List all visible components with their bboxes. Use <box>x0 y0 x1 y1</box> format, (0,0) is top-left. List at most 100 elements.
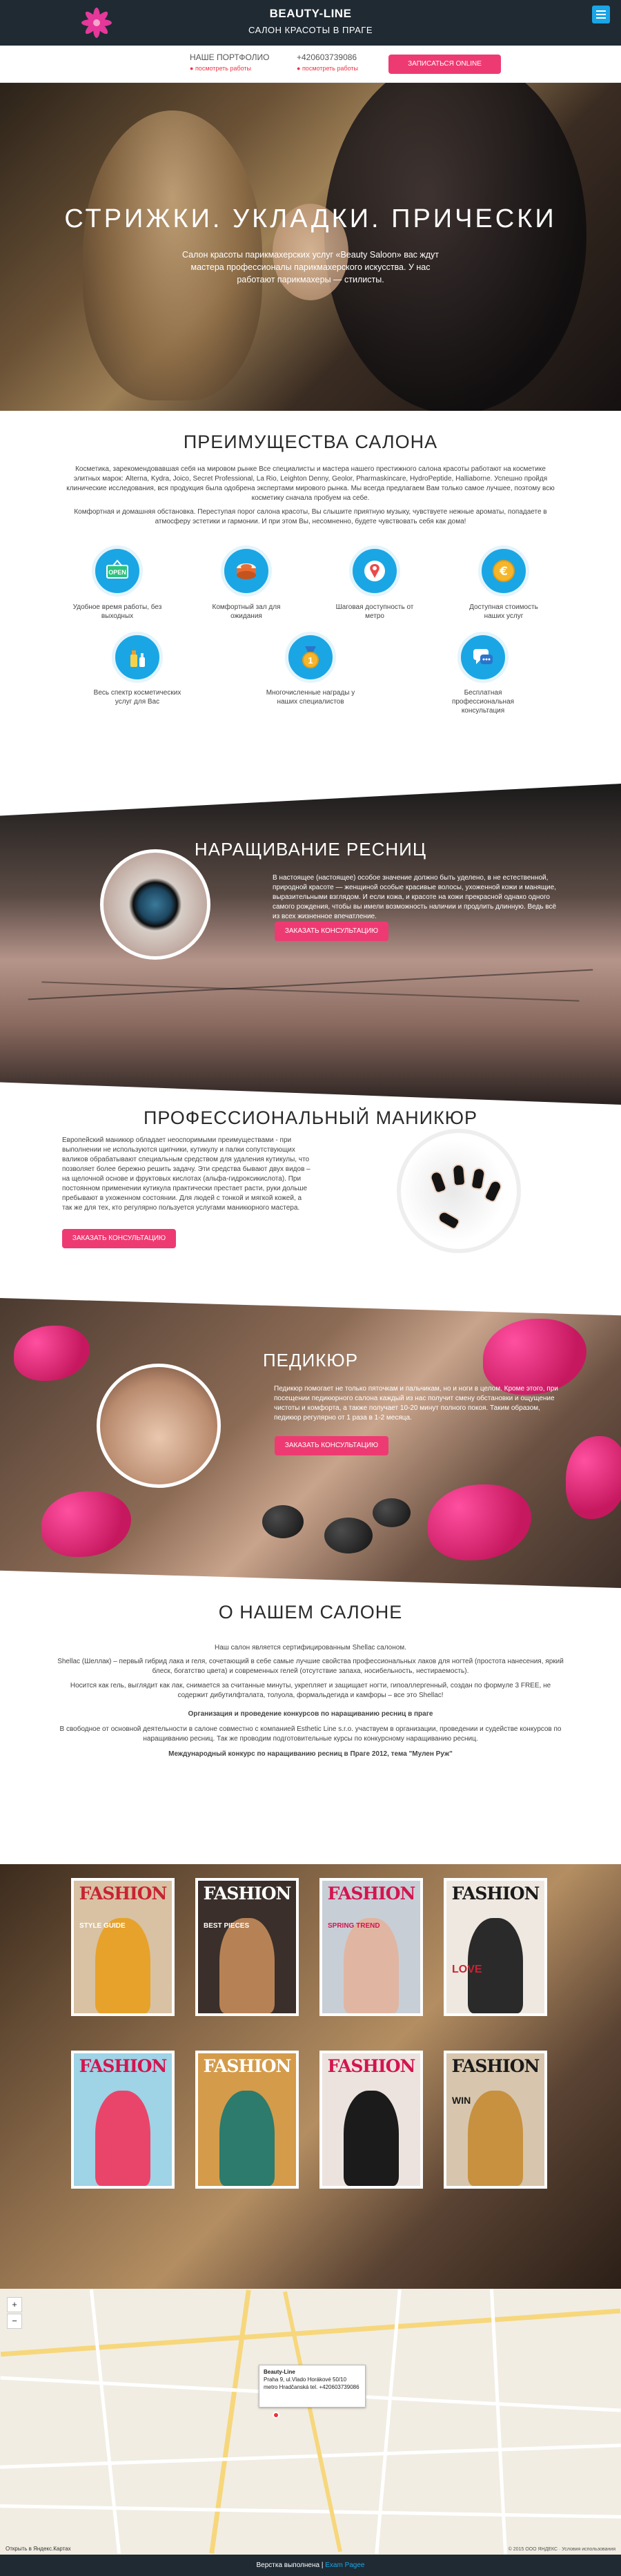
magazine-cover[interactable]: FASHION BEST PIECES <box>195 1878 299 2016</box>
magazine-tag: LOVE <box>452 1964 482 1975</box>
magazine-title: FASHION <box>79 1883 168 1904</box>
nail <box>435 1209 462 1231</box>
flower-logo-icon[interactable] <box>79 6 114 40</box>
eyelash-title: НАРАЩИВАНИЕ РЕСНИЦ <box>194 839 427 860</box>
rose-petal <box>483 1319 586 1395</box>
map-copyright[interactable]: © 2015 ООО ЯНДЕКС · Условия использовани… <box>509 2547 615 2552</box>
magazine-tag: BEST PIECES <box>204 1922 250 1930</box>
hero-section: СТРИЖКИ. УКЛАДКИ. ПРИЧЕСКИ Салон красоты… <box>0 83 621 411</box>
pedicure-consult-button[interactable]: ЗАКАЗАТЬ КОНСУЛЬТАЦИЮ <box>275 1436 388 1455</box>
magazine-title: FASHION <box>203 1883 292 1904</box>
magazine-title: FASHION <box>451 2056 540 2076</box>
eye-closeup-image <box>100 849 210 960</box>
map-pin-icon[interactable] <box>273 2412 279 2419</box>
magazine-figure <box>95 2090 150 2186</box>
map-road <box>0 2504 621 2519</box>
spa-stone <box>373 1498 411 1527</box>
magazine-figure <box>95 1917 150 2013</box>
magazine-figure <box>219 1917 275 2013</box>
hamburger-icon <box>596 14 606 15</box>
open-sign-icon: OPEN <box>106 559 128 579</box>
hero-text: Салон красоты парикмахерских услуг «Beau… <box>181 250 440 284</box>
advantages-section: ПРЕИМУЩЕСТВА САЛОНА Косметика, зарекомен… <box>0 411 621 797</box>
footer: Верстка выполнена | Exam Pagee <box>0 2555 621 2576</box>
medal-icon: 1 <box>302 646 319 668</box>
top-bar: BEAUTY-LINE САЛОН КРАСОТЫ В ПРАГЕ <box>0 0 621 46</box>
magazine-tag: WIN <box>452 2095 471 2106</box>
footer-text: Верстка выполнена <box>256 2562 320 2569</box>
pedicure-text: Педикюр помогает не только пяточкам и па… <box>274 1385 558 1422</box>
magazine-title: FASHION <box>79 2056 168 2076</box>
advantages-title: ПРЕИМУЩЕСТВА САЛОНА <box>183 432 438 452</box>
balloon-title: Beauty-Line <box>264 2369 295 2375</box>
brand-name: BEAUTY-LINE <box>269 7 352 20</box>
menu-button[interactable] <box>592 6 610 23</box>
footer-link[interactable]: Exam Pagee <box>325 2562 364 2569</box>
map-road <box>89 2289 121 2555</box>
magazine-title: FASHION <box>327 2056 416 2076</box>
brand: BEAUTY-LINE САЛОН КРАСОТЫ В ПРАГЕ <box>207 7 414 35</box>
magazine-gallery: FASHION STYLE GUIDE FASHION BEST PIECES … <box>0 1864 621 2289</box>
manicure-consult-button[interactable]: ЗАКАЗАТЬ КОНСУЛЬТАЦИЮ <box>62 1229 176 1248</box>
magazine-cover[interactable]: FASHION LOVE <box>444 1878 547 2016</box>
magazine-cover[interactable]: FASHION WIN <box>444 2051 547 2189</box>
location-map[interactable]: + − Beauty-Line Praha 9, ul.Vlado Horáko… <box>0 2289 621 2555</box>
magazine-cover[interactable]: FASHION STYLE GUIDE <box>71 1878 175 2016</box>
magazine-title: FASHION <box>203 2056 292 2076</box>
magazine-cover[interactable]: FASHION SPRING TREND <box>319 1878 423 2016</box>
portfolio-link[interactable]: ● посмотреть работы <box>190 65 270 72</box>
advantage-label: Удобное время работы, без выходных <box>72 603 162 620</box>
rose-petal <box>566 1436 621 1519</box>
magazine-title: FASHION <box>327 1883 416 1904</box>
cosmetics-icon <box>130 650 145 667</box>
magazine-figure <box>344 1917 399 2013</box>
advantage-icon-cosmetics <box>112 632 163 683</box>
about-para-bold: Организация и проведение конкурсов по на… <box>188 1710 433 1718</box>
phone-link[interactable]: ● посмотреть работы <box>297 65 358 72</box>
advantages-para-2: Комфортная и домашняя обстановка. Перест… <box>74 508 547 525</box>
eyelash-consult-button[interactable]: ЗАКАЗАТЬ КОНСУЛЬТАЦИЮ <box>275 922 388 941</box>
zoom-in-button[interactable]: + <box>7 2297 22 2312</box>
magazine-cover[interactable]: FASHION <box>319 2051 423 2189</box>
pedicure-section: ПЕДИКЮР Педикюр помогает не только пяточ… <box>0 1298 621 1588</box>
advantages-para-1: Косметика, зарекомендовавшая себя на мир… <box>66 465 555 502</box>
map-balloon: Beauty-Line Praha 9, ul.Vlado Horákové 5… <box>259 2365 366 2408</box>
chat-icon <box>473 649 493 664</box>
magazine-tag: SPRING TREND <box>328 1922 380 1930</box>
hero-stylist <box>324 83 586 411</box>
about-title: О НАШЕМ САЛОНЕ <box>218 1602 403 1623</box>
about-para: Носится как гель, выглядит как лак, сним… <box>70 1682 551 1699</box>
zoom-out-button[interactable]: − <box>7 2314 22 2329</box>
about-section: О НАШЕМ САЛОНЕ Наш салон является сертиф… <box>0 1588 621 1899</box>
balloon-text: Praha 9, ul.Vlado Horákové 50/10 metro H… <box>264 2376 359 2390</box>
advantage-label: Многочисленные награды у наших специалис… <box>266 689 355 706</box>
nail <box>483 1178 504 1204</box>
manicure-section: ПРОФЕССИОНАЛЬНЫЙ МАНИКЮР Европейский ман… <box>0 1105 621 1305</box>
advantage-label: Доступная стоимость наших услуг <box>469 603 538 620</box>
phone-number[interactable]: +420603739086 <box>297 52 358 62</box>
map-pin-icon <box>364 561 385 581</box>
advantage-icon-pin <box>349 545 400 597</box>
nail <box>451 1163 466 1187</box>
pedicure-title: ПЕДИКЮР <box>262 1350 359 1371</box>
map-road <box>0 2443 621 2469</box>
hamburger-icon <box>596 17 606 19</box>
advantage-icon-chat <box>457 632 509 683</box>
hero-title: СТРИЖКИ. УКЛАДКИ. ПРИЧЕСКИ <box>64 204 557 233</box>
magazine-figure <box>468 2090 523 2186</box>
signup-online-button[interactable]: ЗАПИСАТЬСЯ ONLINE <box>388 55 501 74</box>
eyelash-text: В настоящее (настоящее) особое значение … <box>273 874 557 920</box>
magazine-cover[interactable]: FASHION <box>195 2051 299 2189</box>
svg-text:1: 1 <box>308 655 313 666</box>
open-in-yandex-link[interactable]: Открыть в Яндекс.Картах <box>6 2546 71 2552</box>
advantage-label: Бесплатная профессиональная консультация <box>451 689 515 715</box>
magazine-cover[interactable]: FASHION <box>71 2051 175 2189</box>
magazine-figure <box>219 2090 275 2186</box>
euro-coin-icon: € <box>493 560 515 582</box>
advantage-icon-open: OPEN <box>92 545 143 597</box>
spa-stone <box>262 1505 304 1538</box>
about-para: Shellac (Шеллак) – первый гибрид лака и … <box>57 1658 564 1675</box>
info-bar: НАШЕ ПОРТФОЛИО ● посмотреть работы +4206… <box>0 46 621 83</box>
advantage-icon-euro: € <box>478 545 529 597</box>
advantage-icon-medal: 1 <box>285 632 336 683</box>
